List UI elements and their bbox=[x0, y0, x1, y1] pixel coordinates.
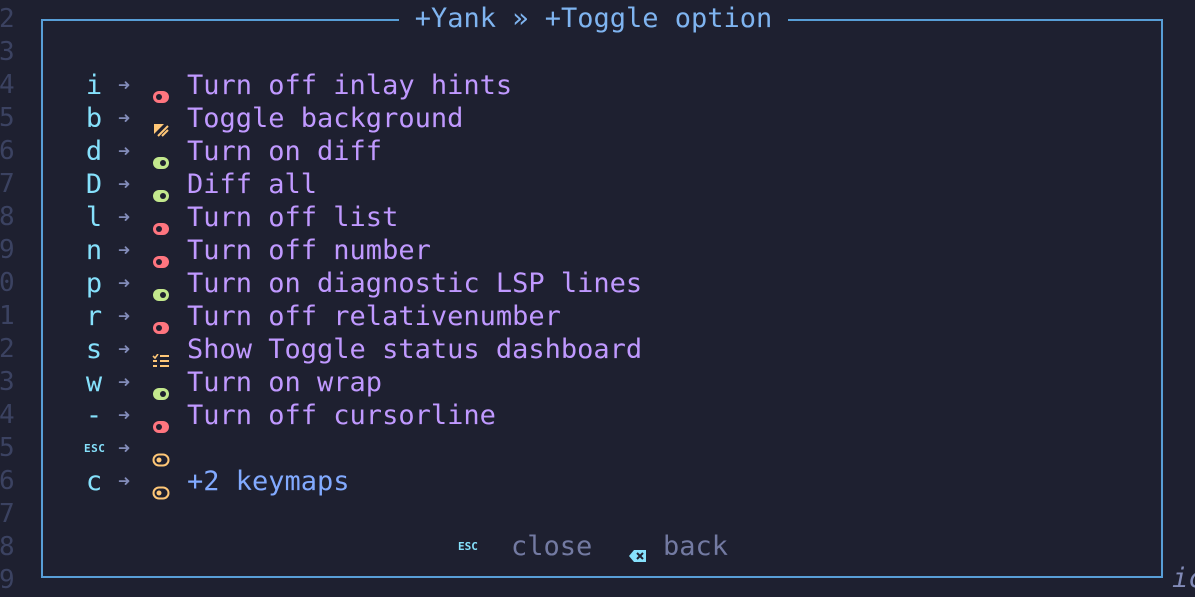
toggle-on-icon bbox=[152, 376, 170, 400]
keymap-description: Turn off list bbox=[187, 202, 399, 233]
popup-title-text: +Yank » +Toggle option bbox=[398, 3, 789, 34]
toggle-on-icon bbox=[152, 277, 170, 301]
keymap-key: c bbox=[85, 466, 103, 497]
line-number: 9 bbox=[0, 565, 15, 595]
footer-bar: ESC close back bbox=[0, 530, 1195, 564]
line-number: 9 bbox=[0, 235, 15, 265]
popup-title: +Yank » +Toggle option bbox=[0, 2, 1195, 36]
footer-close-key[interactable]: ESC bbox=[458, 530, 478, 564]
line-number: 7 bbox=[0, 499, 15, 529]
line-number: 5 bbox=[0, 103, 15, 133]
line-number-gutter: 234567890123456789 bbox=[0, 0, 36, 597]
arrow-icon: ➜ bbox=[118, 73, 131, 97]
checklist-icon bbox=[152, 343, 170, 367]
keymap-description: Turn off inlay hints bbox=[187, 70, 513, 101]
toggle-on-icon bbox=[152, 145, 170, 169]
line-number: 0 bbox=[0, 268, 15, 298]
backspace-icon[interactable] bbox=[628, 539, 648, 562]
keymap-description: Turn on diagnostic LSP lines bbox=[187, 268, 643, 299]
line-number: 2 bbox=[0, 334, 15, 364]
keymap-key: b bbox=[85, 103, 103, 134]
arrow-icon: ➜ bbox=[118, 436, 131, 460]
toggle-on-icon bbox=[152, 178, 170, 202]
keymap-key: n bbox=[85, 235, 103, 266]
editor-background bbox=[1166, 0, 1195, 597]
line-number: 3 bbox=[0, 367, 15, 397]
toggle-off-icon bbox=[152, 310, 170, 334]
toggle-off-icon bbox=[152, 211, 170, 235]
arrow-icon: ➜ bbox=[118, 403, 131, 427]
toggle-icon bbox=[152, 475, 170, 500]
keymap-description: +2 keymaps bbox=[187, 466, 350, 497]
arrow-icon: ➜ bbox=[118, 139, 131, 163]
keymap-key: r bbox=[85, 301, 103, 332]
arrow-icon: ➜ bbox=[118, 337, 131, 361]
toggle-icon bbox=[152, 442, 170, 467]
line-number: 7 bbox=[0, 169, 15, 199]
arrow-icon: ➜ bbox=[118, 205, 131, 229]
arrow-icon: ➜ bbox=[118, 370, 131, 394]
keymap-key: d bbox=[85, 136, 103, 167]
keymap-description: Turn off relativenumber bbox=[187, 301, 561, 332]
keymap-key: - bbox=[85, 400, 103, 431]
line-number: 4 bbox=[0, 400, 15, 430]
footer-close-label[interactable]: close bbox=[511, 530, 592, 564]
background-icon bbox=[152, 112, 170, 137]
line-number: 8 bbox=[0, 202, 15, 232]
arrow-icon: ➜ bbox=[118, 238, 131, 262]
line-number: 4 bbox=[0, 70, 15, 100]
keymap-key: ESC bbox=[84, 442, 106, 455]
line-number: 6 bbox=[0, 136, 15, 166]
keymap-description: Show Toggle status dashboard bbox=[187, 334, 643, 365]
footer-back-label[interactable]: back bbox=[663, 530, 728, 564]
keymap-key: D bbox=[85, 169, 103, 200]
arrow-icon: ➜ bbox=[118, 304, 131, 328]
keymap-description: Turn off number bbox=[187, 235, 431, 266]
keymap-description: Diff all bbox=[187, 169, 318, 200]
arrow-icon: ➜ bbox=[118, 271, 131, 295]
keymap-key: i bbox=[85, 70, 103, 101]
keymap-key: w bbox=[85, 367, 103, 398]
keymap-key: l bbox=[85, 202, 103, 233]
arrow-icon: ➜ bbox=[118, 106, 131, 130]
toggle-off-icon bbox=[152, 244, 170, 268]
arrow-icon: ➜ bbox=[118, 172, 131, 196]
arrow-icon: ➜ bbox=[118, 469, 131, 493]
editor-trailing-text: ic bbox=[1172, 563, 1195, 594]
line-number: 3 bbox=[0, 37, 15, 67]
toggle-off-icon bbox=[152, 79, 170, 103]
line-number: 6 bbox=[0, 466, 15, 496]
keymap-description: Turn off cursorline bbox=[187, 400, 496, 431]
keymap-key: s bbox=[85, 334, 103, 365]
keymap-key: p bbox=[85, 268, 103, 299]
line-number: 1 bbox=[0, 301, 15, 331]
keymap-description: Turn on wrap bbox=[187, 367, 383, 398]
keymap-description: Toggle background bbox=[187, 103, 464, 134]
line-number: 5 bbox=[0, 433, 15, 463]
keymap-description: Turn on diff bbox=[187, 136, 383, 167]
toggle-off-icon bbox=[152, 409, 170, 433]
